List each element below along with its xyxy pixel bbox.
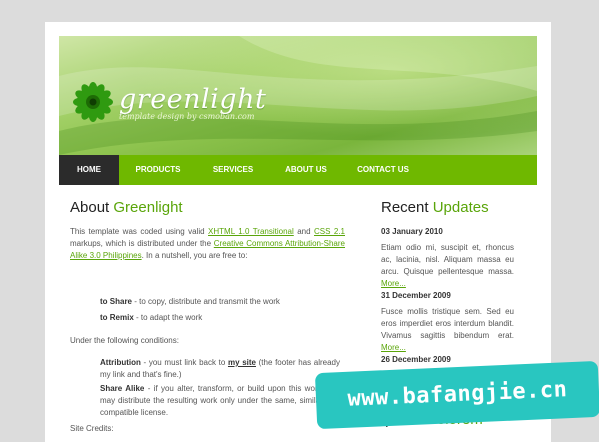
more-link[interactable]: More... <box>381 279 406 288</box>
update-text: Etiam odio mi, suscipit et, rhoncus ac, … <box>381 242 514 290</box>
share-alike-term: Share Alike <box>100 384 145 393</box>
site-logo-text[interactable]: greenlight <box>119 84 266 115</box>
intro-text-1: This template was coded using valid <box>70 227 209 236</box>
update-body: Etiam odio mi, suscipit et, rhoncus ac, … <box>381 243 514 276</box>
header-banner: greenlight template design by csmoban.co… <box>59 36 537 155</box>
main-heading: About Greenlight <box>70 198 345 218</box>
right-share-desc: - to copy, distribute and transmit the w… <box>132 297 280 306</box>
update-item: 31 December 2009 Fusce mollis tristique … <box>381 290 514 354</box>
sidebar-heading-plain: Recent <box>381 199 433 216</box>
right-remix: to Remix - to adapt the work <box>100 312 340 324</box>
sidebar: Recent Updates 03 January 2010 Etiam odi… <box>381 198 514 428</box>
nav-products[interactable]: PRODUCTS <box>119 155 197 185</box>
update-text: Fusce mollis tristique sem. Sed eu eros … <box>381 306 514 354</box>
attribution-text-1: - you must link back to <box>140 358 228 367</box>
intro-text-2: and <box>293 227 314 236</box>
right-share: to Share - to copy, distribute and trans… <box>100 296 340 308</box>
watermark-banner: www.bafangjie.cn <box>314 360 599 430</box>
update-body: Fusce mollis tristique sem. Sed eu eros … <box>381 307 514 340</box>
conditions-intro: Under the following conditions: <box>70 336 179 345</box>
main-heading-highlight: Greenlight <box>113 199 183 216</box>
nav-about-us[interactable]: ABOUT US <box>269 155 343 185</box>
my-site-link[interactable]: my site <box>228 358 256 367</box>
css-link[interactable]: CSS 2.1 <box>314 227 345 236</box>
more-link[interactable]: More... <box>381 343 406 352</box>
nav-home[interactable]: HOME <box>59 155 119 185</box>
main-navigation: HOME PRODUCTS SERVICES ABOUT US CONTACT … <box>59 155 537 185</box>
sidebar-heading: Recent Updates <box>381 198 514 218</box>
right-remix-desc: - to adapt the work <box>133 313 203 322</box>
nav-services[interactable]: SERVICES <box>197 155 269 185</box>
update-date: 26 December 2009 <box>381 355 451 364</box>
intro-text-4: . In a nutshell, you are free to: <box>141 251 248 260</box>
attribution-term: Attribution <box>100 358 141 367</box>
site-tagline: template design by csmoban.com <box>119 112 255 121</box>
update-item: 03 January 2010 Etiam odio mi, suscipit … <box>381 226 514 290</box>
nav-contact-us[interactable]: CONTACT US <box>343 155 423 185</box>
update-date: 31 December 2009 <box>381 291 451 300</box>
sidebar-heading-highlight: Updates <box>432 199 489 216</box>
intro-text-3: markups, which is distributed under the <box>70 239 214 248</box>
green-flower-logo-icon <box>73 82 113 122</box>
condition-attribution: Attribution - you must link back to my s… <box>100 357 340 381</box>
right-remix-term: to Remix <box>100 313 134 322</box>
main-heading-plain: About <box>70 199 114 216</box>
site-credits: Site Credits: <box>70 424 114 433</box>
xhtml-link[interactable]: XHTML 1.0 Transitional <box>208 227 294 236</box>
main-content: About Greenlight This template was coded… <box>70 198 345 433</box>
right-share-term: to Share <box>100 297 133 306</box>
intro-paragraph: This template was coded using valid XHTM… <box>70 226 345 262</box>
condition-share-alike: Share Alike - if you alter, transform, o… <box>100 383 340 419</box>
update-date: 03 January 2010 <box>381 227 443 236</box>
